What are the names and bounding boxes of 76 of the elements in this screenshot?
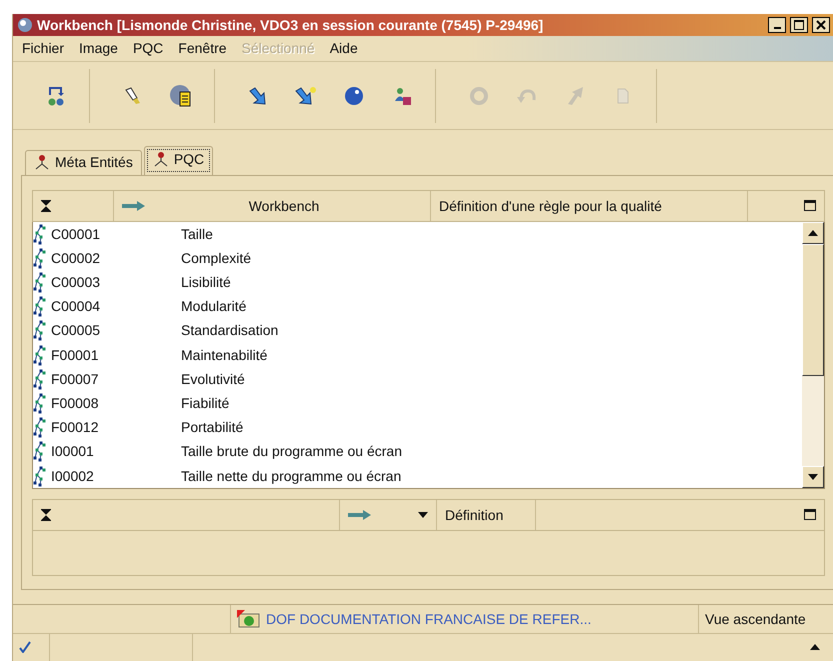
up-arrow-icon xyxy=(808,230,818,236)
menu-item[interactable]: Image xyxy=(79,40,118,56)
maximize-panel-button[interactable] xyxy=(804,200,816,212)
maximize-icon xyxy=(804,200,816,212)
arrow-down-right-icon xyxy=(248,86,268,106)
page-icon xyxy=(617,88,629,104)
rule-code[interactable]: C00004 xyxy=(51,298,181,314)
rule-name[interactable]: Taille nette du programme ou écran xyxy=(181,468,402,484)
scrollbar[interactable] xyxy=(802,222,824,488)
up-arrow-icon xyxy=(810,644,820,650)
arrow-right-icon xyxy=(348,510,372,520)
document-link[interactable]: DOF DOCUMENTATION FRANCAISE DE REFER... xyxy=(266,610,592,627)
menu-item[interactable]: Fenêtre xyxy=(178,40,227,56)
menu-item[interactable]: PQC xyxy=(132,40,164,56)
minimize-icon xyxy=(774,26,780,29)
rule-name[interactable]: Maintenabilité xyxy=(181,346,268,363)
transfer-icon xyxy=(46,85,66,108)
rule-code[interactable]: F00012 xyxy=(51,419,181,436)
maximize-icon xyxy=(794,20,804,30)
rule-code[interactable]: I00002 xyxy=(51,468,181,484)
maximize-icon xyxy=(804,509,816,520)
arrow-up-right-icon xyxy=(566,86,584,106)
arrow-right-icon xyxy=(122,200,146,211)
rule-name[interactable]: Standardisation xyxy=(181,322,278,338)
rule-name[interactable]: Taille xyxy=(181,226,213,242)
menu-item[interactable]: Fichier xyxy=(22,40,64,56)
rule-name[interactable]: Taille brute du programme ou écran xyxy=(181,443,402,460)
person-icon xyxy=(392,86,412,106)
rule-code[interactable]: F00007 xyxy=(51,370,181,387)
scroll-up-button[interactable] xyxy=(802,222,824,244)
rule-code[interactable]: I00001 xyxy=(51,443,181,460)
rule-code[interactable]: F00008 xyxy=(51,395,181,412)
rule-code[interactable]: C00002 xyxy=(51,250,181,266)
caret-icon xyxy=(418,512,428,518)
maximize-panel-button[interactable] xyxy=(804,509,816,520)
tab[interactable]: PQC xyxy=(144,146,214,175)
column-header: Définition xyxy=(445,506,504,523)
hierarchy-icon xyxy=(152,150,169,167)
flashlight-icon xyxy=(123,86,143,106)
undo-icon xyxy=(517,88,537,104)
menu-item[interactable]: Aide xyxy=(330,40,358,56)
minimize-button[interactable] xyxy=(768,16,786,33)
tab[interactable]: Méta Entités xyxy=(25,150,142,175)
window-title: Workbench [Lismonde Christine, VDO3 en session courante (7545) P-29496] xyxy=(37,16,544,33)
hierarchy-icon xyxy=(34,154,50,170)
check-icon xyxy=(19,641,31,654)
document-icon xyxy=(237,610,261,628)
globe-icon xyxy=(344,86,364,106)
document-globe-icon xyxy=(169,84,193,108)
view-label: Vue ascendante xyxy=(705,610,806,627)
rule-code[interactable]: F00001 xyxy=(51,346,181,363)
close-button[interactable] xyxy=(812,16,830,33)
down-arrow-icon xyxy=(808,474,818,480)
rule-code[interactable]: C00001 xyxy=(51,226,181,242)
scroll-thumb[interactable] xyxy=(802,244,824,376)
collapse-icon xyxy=(41,200,51,212)
column-header: Workbench xyxy=(248,198,320,214)
close-icon xyxy=(816,20,826,30)
maximize-button[interactable] xyxy=(790,16,808,33)
arrow-star-icon xyxy=(295,86,317,106)
rule-code[interactable]: C00005 xyxy=(51,322,181,338)
rule-name[interactable]: Evolutivité xyxy=(181,370,245,387)
rule-code[interactable]: C00003 xyxy=(51,274,181,290)
scroll-down-button[interactable] xyxy=(802,466,824,488)
rule-name[interactable]: Lisibilité xyxy=(181,274,231,290)
collapse-icon xyxy=(41,508,51,521)
rule-name[interactable]: Portabilité xyxy=(181,419,244,436)
rule-name[interactable]: Fiabilité xyxy=(181,395,230,412)
column-header: Définition d'une règle pour la qualité xyxy=(439,198,662,214)
dropdown-button[interactable] xyxy=(418,512,428,518)
app-icon xyxy=(17,16,33,33)
rule-name[interactable]: Modularité xyxy=(181,298,246,314)
collapse-button[interactable] xyxy=(41,200,51,212)
rule-name[interactable]: Complexité xyxy=(181,250,252,266)
refresh-icon xyxy=(469,86,489,106)
collapse-button[interactable] xyxy=(41,508,51,521)
